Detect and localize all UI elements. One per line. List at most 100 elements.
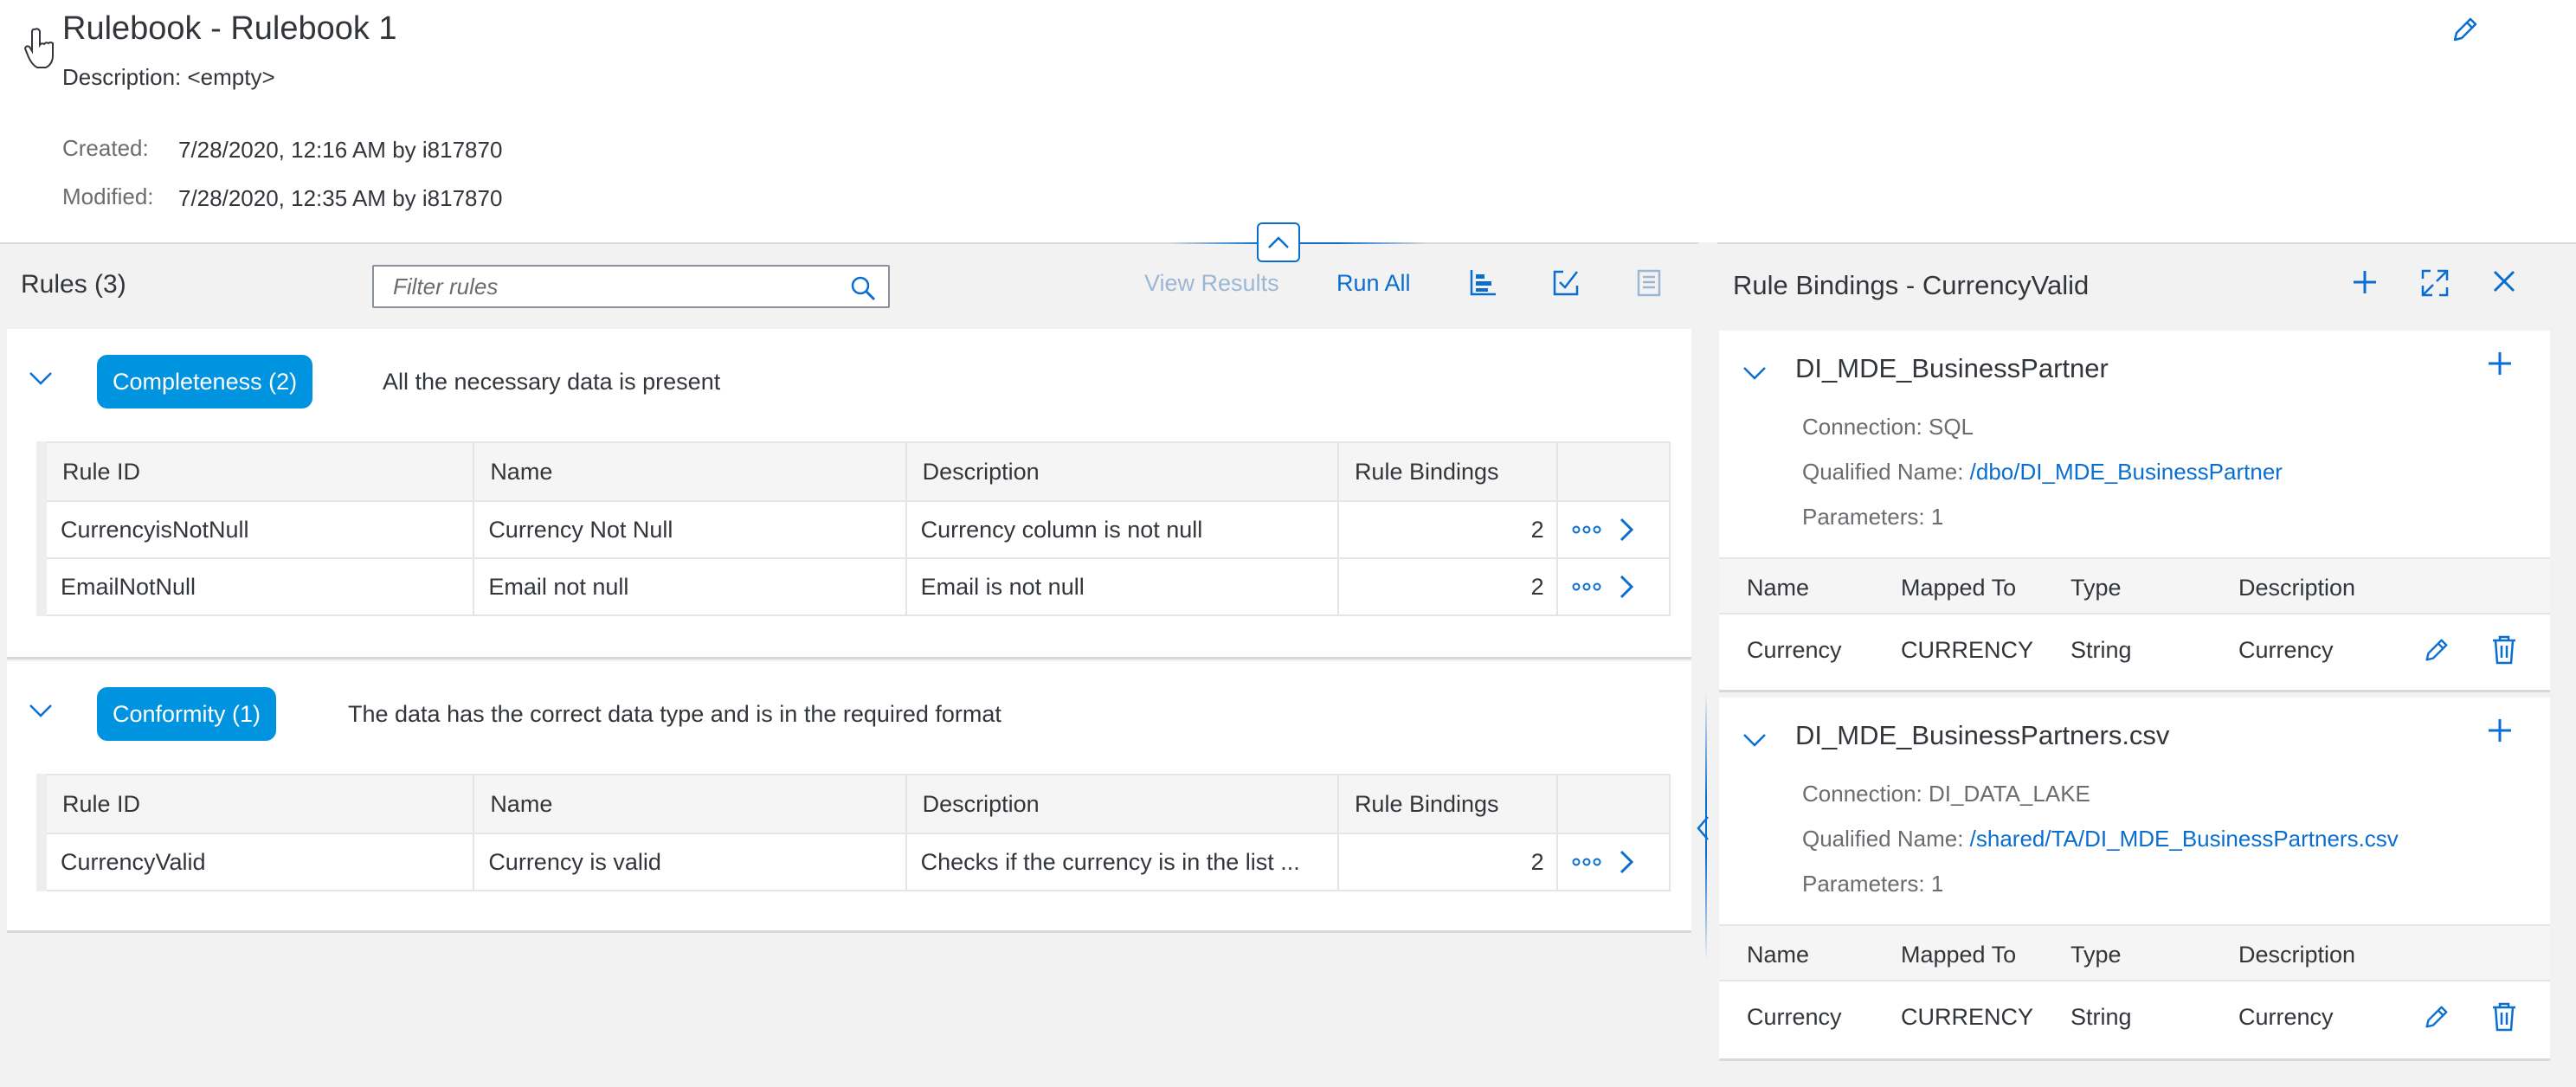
hand-cursor-icon [24, 26, 55, 73]
row-actions [1555, 557, 1671, 616]
param-name-cell: Currency [1747, 1004, 1842, 1030]
chevron-right-icon[interactable] [1619, 849, 1634, 875]
table-row[interactable]: EmailNotNull Email not null Email is not… [40, 557, 1671, 616]
category-badge[interactable]: Completeness (2) [97, 355, 313, 408]
column-header[interactable]: Description [905, 441, 1339, 502]
rule-name-cell: Currency Not Null [473, 500, 907, 559]
column-header: Mapped To [1901, 575, 2017, 601]
report-icon[interactable] [1634, 268, 1664, 298]
binding-qualified-name: Qualified Name: /dbo/DI_MDE_BusinessPart… [1802, 459, 2283, 486]
rule-name-cell: Email not null [473, 557, 907, 616]
binding-connection: Connection: DI_DATA_LAKE [1802, 781, 2090, 807]
rule-bindings-header: Rule Bindings - CurrencyValid [1719, 251, 2576, 329]
qualified-name-link[interactable]: /shared/TA/DI_MDE_BusinessPartners.csv [1970, 826, 2399, 852]
run-all-button[interactable]: Run All [1336, 270, 1411, 297]
row-actions [1555, 500, 1671, 559]
rule-description-cell: Email is not null [905, 557, 1339, 616]
table-header-row: Name Mapped To Type Description [1719, 924, 2550, 981]
rulebook-description: Description: <empty> [62, 64, 275, 90]
bar-chart-icon[interactable] [1468, 268, 1497, 298]
column-header: Mapped To [1901, 942, 2017, 968]
delete-icon[interactable] [2491, 635, 2517, 665]
column-header[interactable]: Rule ID [40, 441, 475, 502]
rule-bindings-title: Rule Bindings - CurrencyValid [1733, 270, 2090, 300]
table-row[interactable]: CurrencyisNotNull Currency Not Null Curr… [40, 500, 1671, 559]
created-label: Created: [62, 135, 149, 161]
param-type-cell: String [2070, 637, 2132, 663]
qualified-name-label: Qualified Name: [1802, 459, 1964, 485]
column-header[interactable]: Rule Bindings [1336, 441, 1558, 502]
binding-qualified-name: Qualified Name: /shared/TA/DI_MDE_Busine… [1802, 826, 2399, 852]
column-header[interactable]: Name [473, 441, 907, 502]
param-mapped-cell: CURRENCY [1901, 637, 2034, 663]
column-header[interactable]: Rule ID [40, 774, 475, 834]
qualified-name-label: Qualified Name: [1802, 826, 1964, 852]
column-header[interactable]: Description [905, 774, 1339, 834]
modified-value: 7/28/2020, 12:35 AM by i817870 [178, 185, 503, 211]
add-icon[interactable] [2351, 268, 2379, 296]
binding-title: DI_MDE_BusinessPartner [1795, 353, 2109, 383]
category-badge[interactable]: Conformity (1) [97, 687, 277, 741]
binding-parameters: Parameters: 1 [1802, 871, 1944, 897]
pencil-icon[interactable] [2422, 1004, 2450, 1032]
column-header: Type [2070, 942, 2122, 968]
chevron-right-icon[interactable] [1619, 574, 1634, 600]
rule-name-cell: Currency is valid [473, 833, 907, 891]
chevron-left-icon[interactable] [1695, 814, 1712, 843]
column-header[interactable]: Rule Bindings [1336, 774, 1558, 834]
param-description-cell: Currency [2238, 1004, 2334, 1030]
rule-id-cell: CurrencyisNotNull [40, 500, 475, 559]
modified-label: Modified: [62, 183, 154, 209]
rule-bindings-cell: 2 [1336, 833, 1558, 891]
full-screen-icon[interactable] [2420, 268, 2450, 298]
table-row[interactable]: Currency CURRENCY String Currency [1719, 614, 2550, 687]
chevron-up-icon [1267, 235, 1290, 249]
row-actions [1555, 833, 1671, 891]
add-icon[interactable] [2486, 350, 2514, 377]
filter-rules-input[interactable] [374, 267, 841, 306]
chevron-down-icon[interactable] [1742, 365, 1768, 381]
rules-table: Rule ID Name Description Rule Bindings C… [36, 441, 1671, 616]
search-icon[interactable] [850, 275, 876, 301]
qualified-name-link[interactable]: /dbo/DI_MDE_BusinessPartner [1970, 459, 2283, 485]
close-icon[interactable] [2491, 268, 2517, 294]
table-header-row: Rule ID Name Description Rule Bindings [40, 441, 1671, 502]
table-row[interactable]: Currency CURRENCY String Currency [1719, 981, 2550, 1054]
binding-connection: Connection: SQL [1802, 414, 1974, 440]
column-header: Description [2238, 575, 2356, 601]
category-description: All the necessary data is present [383, 369, 721, 395]
panel-splitter[interactable] [1698, 242, 1717, 1087]
filter-rules-field[interactable] [372, 265, 890, 308]
column-header[interactable]: Name [473, 774, 907, 834]
column-header-actions [1555, 441, 1671, 502]
chevron-down-icon[interactable] [28, 703, 54, 718]
chevron-down-icon[interactable] [1742, 732, 1768, 748]
rule-description-cell: Currency column is not null [905, 500, 1339, 559]
binding-title: DI_MDE_BusinessPartners.csv [1795, 720, 2170, 750]
table-row[interactable]: CurrencyValid Currency is valid Checks i… [40, 833, 1671, 891]
more-options-icon[interactable] [1572, 582, 1601, 591]
chevron-down-icon[interactable] [28, 370, 54, 386]
add-icon[interactable] [2486, 717, 2514, 744]
pencil-icon[interactable] [2450, 16, 2479, 45]
binding-parameters-table: Name Mapped To Type Description Currency… [1719, 924, 2550, 1054]
delete-icon[interactable] [2491, 1002, 2517, 1032]
more-options-icon[interactable] [1572, 858, 1601, 866]
table-header-row: Rule ID Name Description Rule Bindings [40, 774, 1671, 834]
column-header: Type [2070, 575, 2122, 601]
rules-toolbar: Rules (3) View Results Run All [0, 251, 1697, 329]
page-title: Rulebook - Rulebook 1 [62, 10, 397, 47]
rulebook-header: Rulebook - Rulebook 1 Description: <empt… [0, 0, 2576, 244]
param-type-cell: String [2070, 1004, 2132, 1030]
chevron-right-icon[interactable] [1619, 517, 1634, 543]
binding-parameters-table: Name Mapped To Type Description Currency… [1719, 557, 2550, 687]
rule-id-cell: EmailNotNull [40, 557, 475, 616]
category-description: The data has the correct data type and i… [348, 701, 1001, 727]
view-results-button[interactable]: View Results [1144, 270, 1279, 297]
rules-table: Rule ID Name Description Rule Bindings C… [36, 774, 1671, 891]
param-mapped-cell: CURRENCY [1901, 1004, 2034, 1030]
more-options-icon[interactable] [1572, 525, 1601, 534]
checklist-icon[interactable] [1551, 268, 1581, 298]
pencil-icon[interactable] [2422, 637, 2450, 665]
column-header: Name [1747, 575, 1810, 601]
